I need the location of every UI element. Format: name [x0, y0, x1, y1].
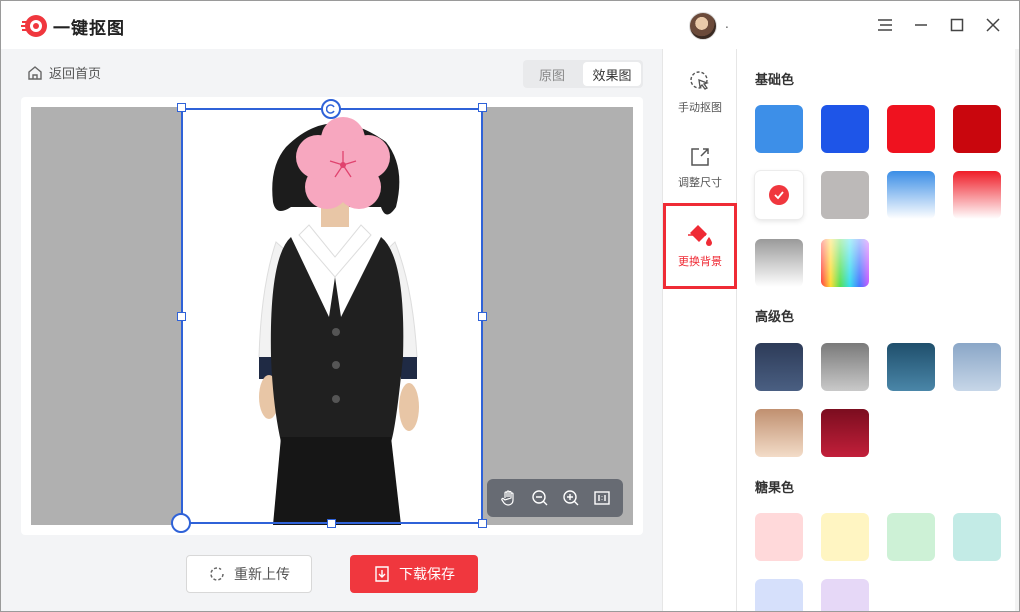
- user-name[interactable]: .: [725, 17, 729, 31]
- maximize-icon: [950, 18, 964, 32]
- swatch-navy-gradient[interactable]: [755, 343, 803, 391]
- user-avatar[interactable]: [689, 12, 717, 40]
- tool-change-background[interactable]: 更换背景: [663, 203, 737, 289]
- resize-handle-bottom-right[interactable]: [478, 519, 487, 528]
- minimize-icon: [915, 24, 927, 26]
- tool-resize-label: 调整尺寸: [678, 176, 722, 189]
- move-handle[interactable]: [171, 513, 191, 533]
- actual-size-button[interactable]: [591, 487, 613, 509]
- swatch-candy-cyan[interactable]: [953, 513, 1001, 561]
- hamburger-menu-icon: [878, 19, 892, 31]
- resize-handle-top-left[interactable]: [177, 103, 186, 112]
- maximize-button[interactable]: [945, 13, 969, 37]
- swatch-light-blue-gradient[interactable]: [953, 343, 1001, 391]
- reupload-button[interactable]: 重新上传: [186, 555, 312, 593]
- section-title-advanced: 高级色: [755, 310, 795, 325]
- swatch-teal-gradient[interactable]: [887, 343, 935, 391]
- back-home-link[interactable]: 返回首页: [27, 63, 101, 82]
- app-title: 一键抠图: [53, 19, 125, 39]
- swatch-silver-gradient[interactable]: [821, 343, 869, 391]
- download-save-label: 下载保存: [399, 567, 455, 583]
- tool-change-background-label: 更换背景: [678, 255, 722, 268]
- cursor-click-icon: [690, 71, 709, 90]
- resize-handle-top-right[interactable]: [478, 103, 487, 112]
- zoom-out-icon: [531, 490, 547, 506]
- menu-button[interactable]: [873, 13, 897, 37]
- swatch-beige-gradient[interactable]: [755, 409, 803, 457]
- reupload-label: 重新上传: [234, 567, 290, 583]
- zoom-in-icon: [562, 490, 578, 506]
- rotate-handle[interactable]: [321, 99, 341, 119]
- paint-bucket-icon: [688, 225, 712, 246]
- swatch-candy-lavender-blue[interactable]: [755, 579, 803, 611]
- view-toggle: 原图 效果图: [523, 60, 643, 88]
- swatch-gray-gradient[interactable]: [755, 239, 803, 287]
- resize-handle-left[interactable]: [177, 312, 186, 321]
- swatch-red[interactable]: [887, 105, 935, 153]
- swatch-blue-gradient[interactable]: [887, 171, 935, 219]
- resize-handle-bottom[interactable]: [327, 519, 336, 528]
- swatch-gray[interactable]: [821, 171, 869, 219]
- selected-check-icon: [769, 185, 789, 205]
- app-window: 一键抠图 . 返回首页 原图 效果图 重新上传 下载保存 手动抠图 调整尺寸 更…: [0, 0, 1020, 612]
- actual-size-icon: [593, 491, 610, 505]
- section-title-basic: 基础色: [755, 73, 795, 88]
- back-home-label: 返回首页: [49, 67, 102, 82]
- resize-icon: [691, 148, 709, 166]
- download-icon: [375, 566, 389, 582]
- zoom-toolbar: [487, 479, 623, 517]
- resize-handle-right[interactable]: [478, 312, 487, 321]
- rotate-icon: [326, 104, 335, 114]
- pan-button[interactable]: [498, 487, 520, 509]
- refresh-icon: [210, 567, 224, 581]
- swatch-candy-green[interactable]: [887, 513, 935, 561]
- hand-icon: [500, 490, 514, 506]
- swatch-burgundy-gradient[interactable]: [821, 409, 869, 457]
- swatch-dark-red[interactable]: [953, 105, 1001, 153]
- crop-frame[interactable]: [181, 108, 483, 524]
- home-icon: [28, 65, 42, 80]
- tab-result[interactable]: 效果图: [583, 62, 641, 86]
- swatch-deep-blue[interactable]: [821, 105, 869, 153]
- tool-manual-cutout-label: 手动抠图: [678, 101, 722, 114]
- swatch-rainbow[interactable]: [821, 239, 869, 287]
- tool-sidebar: 手动抠图 调整尺寸 更换背景: [662, 49, 737, 611]
- swatch-white-selected[interactable]: [755, 171, 803, 219]
- download-save-button[interactable]: 下载保存: [350, 555, 478, 593]
- tab-original[interactable]: 原图: [523, 60, 581, 88]
- title-bar: 一键抠图 .: [1, 1, 1019, 49]
- swatch-blue[interactable]: [755, 105, 803, 153]
- section-title-candy: 糖果色: [755, 481, 795, 496]
- swatch-red-gradient[interactable]: [953, 171, 1001, 219]
- close-icon: [986, 18, 1000, 32]
- swatch-candy-pink[interactable]: [755, 513, 803, 561]
- app-logo-icon: [21, 15, 47, 37]
- zoom-out-button[interactable]: [529, 487, 551, 509]
- tool-manual-cutout[interactable]: 手动抠图: [663, 57, 737, 127]
- tool-resize[interactable]: 调整尺寸: [663, 133, 737, 203]
- close-button[interactable]: [981, 13, 1005, 37]
- swatch-candy-lilac[interactable]: [821, 579, 869, 611]
- swatch-candy-yellow[interactable]: [821, 513, 869, 561]
- color-panel: 基础色 高级色 糖果色: [737, 49, 1019, 611]
- minimize-button[interactable]: [909, 13, 933, 37]
- panel-scrollbar[interactable]: [1015, 49, 1019, 611]
- zoom-in-button[interactable]: [560, 487, 582, 509]
